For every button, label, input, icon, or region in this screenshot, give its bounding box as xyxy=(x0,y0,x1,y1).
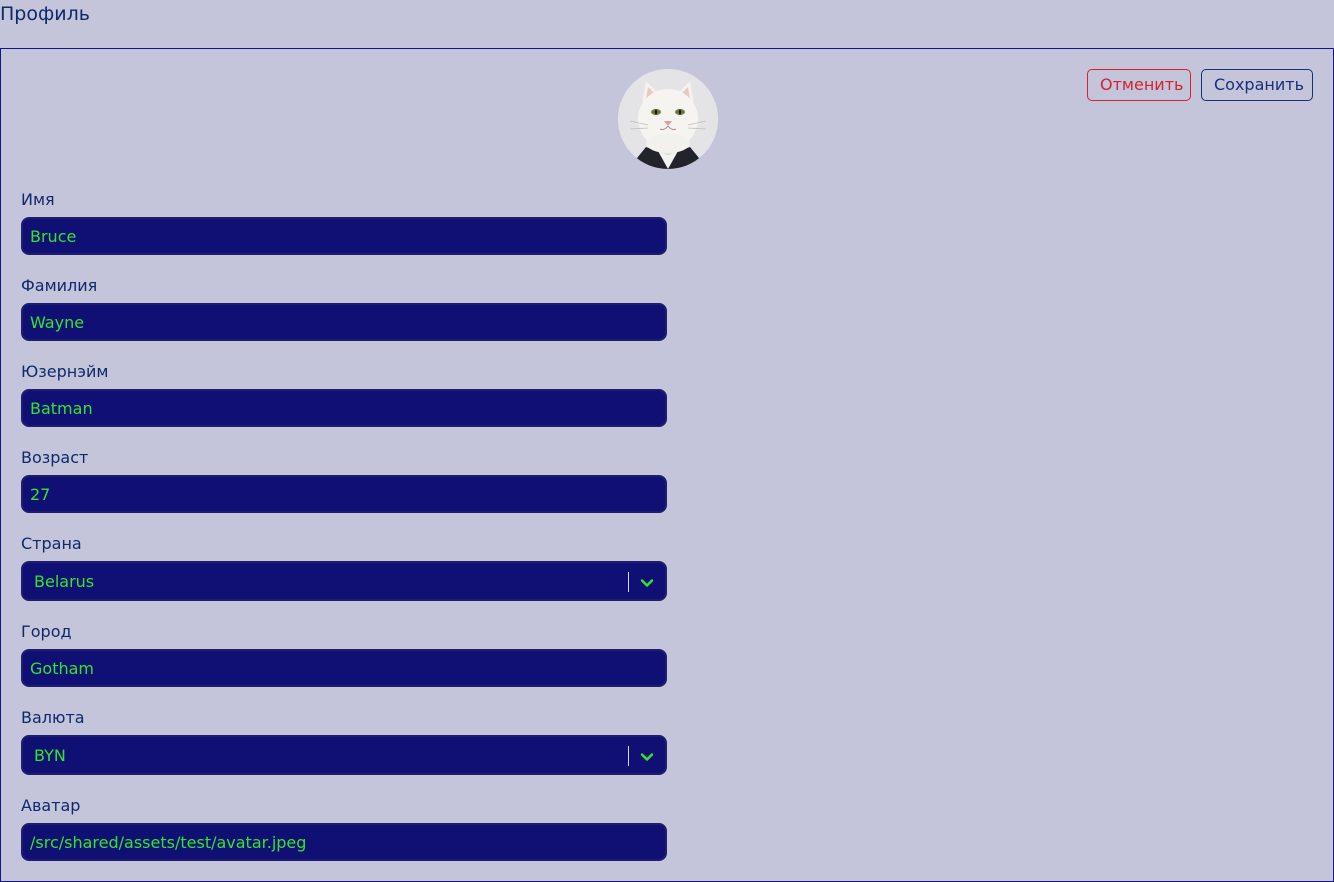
chevron-down-icon[interactable] xyxy=(639,575,655,591)
username-field: Юзернэйм xyxy=(21,362,667,427)
age-field: Возраст xyxy=(21,448,667,513)
chevron-down-icon[interactable] xyxy=(639,749,655,765)
cat-avatar-image xyxy=(618,69,718,169)
avatar-field: Аватар xyxy=(21,796,667,861)
last-name-input[interactable] xyxy=(21,303,667,341)
username-label: Юзернэйм xyxy=(21,362,109,381)
last-name-label: Фамилия xyxy=(21,276,98,295)
username-input[interactable] xyxy=(21,389,667,427)
age-label: Возраст xyxy=(21,448,89,467)
country-field: Страна Belarus xyxy=(21,534,667,601)
currency-label: Валюта xyxy=(21,708,85,727)
first-name-input[interactable] xyxy=(21,217,667,255)
save-button[interactable]: Сохранить xyxy=(1201,69,1313,101)
first-name-label: Имя xyxy=(21,190,55,209)
country-label: Страна xyxy=(21,534,82,553)
currency-select[interactable]: BYN xyxy=(21,735,667,775)
currency-field: Валюта BYN xyxy=(21,708,667,775)
currency-select-value: BYN xyxy=(34,746,66,765)
city-field: Город xyxy=(21,622,667,687)
avatar-label: Аватар xyxy=(21,796,81,815)
country-select[interactable]: Belarus xyxy=(21,561,667,601)
age-input[interactable] xyxy=(21,475,667,513)
country-select-value: Belarus xyxy=(34,572,95,591)
avatar xyxy=(618,69,718,169)
page-title: Профиль xyxy=(0,3,90,25)
country-select-separator xyxy=(628,572,629,592)
city-label: Город xyxy=(21,622,72,641)
cancel-button[interactable]: Отменить xyxy=(1087,69,1191,101)
profile-card: Отменить Сохранить Имя Фамилия Юзернэйм … xyxy=(0,48,1334,882)
currency-select-separator xyxy=(628,746,629,766)
avatar-url-input[interactable] xyxy=(21,823,667,861)
last-name-field: Фамилия xyxy=(21,276,667,341)
city-input[interactable] xyxy=(21,649,667,687)
first-name-field: Имя xyxy=(21,190,667,255)
